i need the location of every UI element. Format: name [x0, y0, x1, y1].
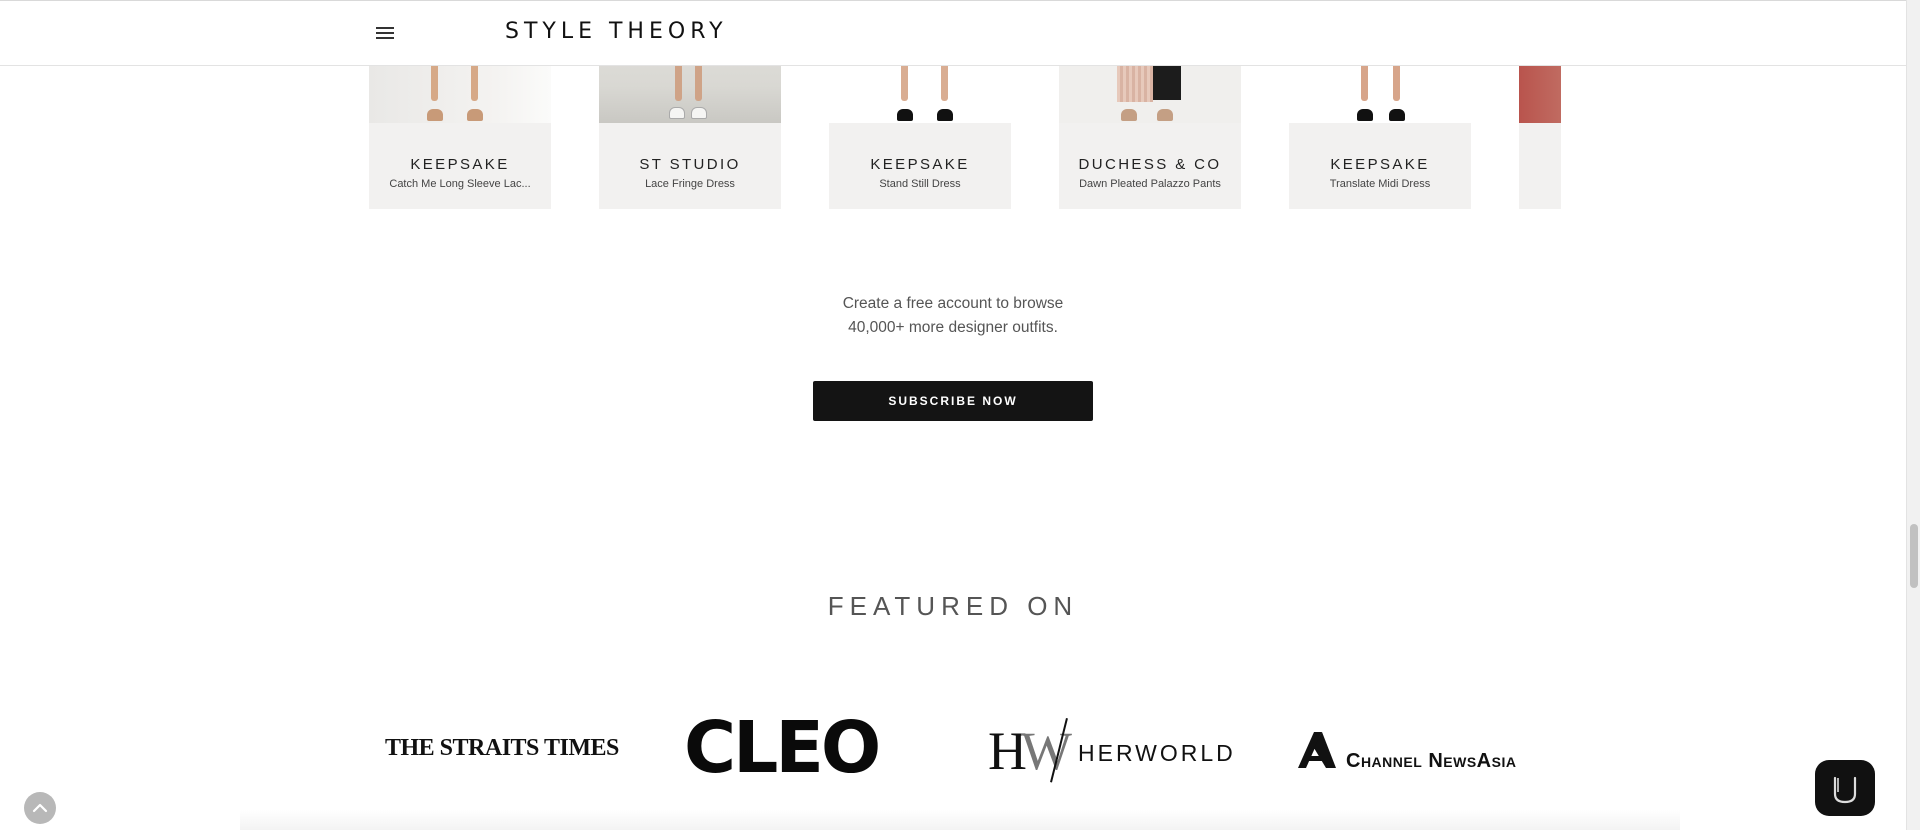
chat-icon — [1833, 776, 1857, 804]
product-brand: ST STUDIO — [639, 156, 741, 173]
product-name: Lace Fringe Dress — [645, 178, 735, 190]
straits-times-logo: THE STRAITS TIMES — [385, 735, 619, 761]
signup-prompt-line1: Create a free account to browse — [842, 295, 1064, 312]
signup-prompt: Create a free account to browse 40,000+ … — [0, 292, 1906, 340]
page-scrollbar[interactable] — [1906, 0, 1920, 830]
product-brand: KEEPSAKE — [1330, 156, 1430, 173]
herworld-logo-text: HERWORLD — [1078, 740, 1236, 766]
product-brand: KEEPSAKE — [410, 156, 510, 173]
product-info: KEEPSAKE Stand Still Dress — [829, 123, 1011, 209]
product-info: KEEPSAKE Translate Midi Dress — [1289, 123, 1471, 209]
product-info — [1519, 123, 1561, 209]
product-info: KEEPSAKE Catch Me Long Sleeve Lac... — [369, 123, 551, 209]
product-brand: KEEPSAKE — [870, 156, 970, 173]
product-name: Stand Still Dress — [879, 178, 961, 190]
herworld-logo: HW HERWORLD — [988, 718, 1233, 784]
brand-logo[interactable]: STYLE THEORY — [505, 19, 728, 44]
cna-logo-text: Channel NewsAsia — [1346, 750, 1517, 772]
scrollbar-thumb[interactable] — [1910, 524, 1918, 588]
product-brand: DUCHESS & CO — [1078, 156, 1222, 173]
cleo-logo: CLEO — [684, 706, 881, 789]
signup-prompt-line2: 40,000+ more designer outfits. — [848, 319, 1058, 336]
product-info: DUCHESS & CO Dawn Pleated Palazzo Pants — [1059, 123, 1241, 209]
cna-logo-mark — [1298, 732, 1336, 768]
footer-shadow — [240, 810, 1680, 830]
subscribe-button[interactable]: SUBSCRIBE NOW — [813, 381, 1093, 421]
product-name: Dawn Pleated Palazzo Pants — [1079, 178, 1221, 190]
featured-on-heading: FEATURED ON — [827, 591, 1079, 621]
product-name: Translate Midi Dress — [1329, 178, 1431, 190]
product-info: ST STUDIO Lace Fringe Dress — [599, 123, 781, 209]
chevron-up-icon — [32, 803, 48, 813]
product-name: Catch Me Long Sleeve Lac... — [389, 178, 531, 190]
site-header: STYLE THEORY — [0, 0, 1906, 66]
back-to-top-button[interactable] — [24, 792, 56, 824]
chat-button[interactable] — [1815, 760, 1875, 816]
hamburger-menu-icon[interactable] — [376, 27, 394, 41]
